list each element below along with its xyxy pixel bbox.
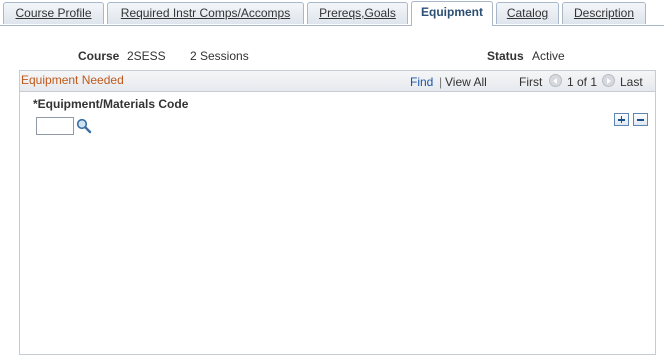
tab-catalog[interactable]: Catalog [496, 2, 559, 24]
next-arrow-icon[interactable] [602, 74, 615, 87]
tab-label: Course Profile [15, 6, 92, 20]
previous-arrow-icon[interactable] [549, 74, 562, 87]
last-link[interactable]: Last [620, 75, 643, 89]
equipment-grid: Equipment Needed Find | View All First 1… [19, 70, 656, 355]
first-link[interactable]: First [519, 75, 542, 89]
delete-row-button[interactable] [633, 113, 648, 126]
tab-required-instr-comps-accomps[interactable]: Required Instr Comps/Accomps [107, 2, 304, 24]
grid-header: Equipment Needed Find | View All First 1… [20, 71, 655, 92]
tab-equipment[interactable]: Equipment [411, 1, 493, 26]
tab-description[interactable]: Description [562, 2, 646, 24]
grid-title: Equipment Needed [21, 73, 124, 87]
tab-label: Equipment [421, 5, 483, 19]
tab-label: Prereqs,Goals [319, 6, 396, 20]
status-label: Status [487, 49, 524, 63]
find-link[interactable]: Find [410, 75, 433, 89]
tab-bar: Course Profile Required Instr Comps/Acco… [0, 0, 664, 26]
nav-separator: | [439, 75, 443, 89]
tab-label: Description [573, 6, 635, 20]
course-label: Course [78, 49, 120, 63]
course-code: 2SESS [127, 49, 166, 63]
magnifier-icon[interactable] [76, 118, 92, 134]
tab-bar-underline [0, 25, 664, 26]
equipment-code-label: *Equipment/Materials Code [33, 97, 189, 111]
add-row-button[interactable] [614, 113, 629, 126]
tab-prereqs-goals[interactable]: Prereqs,Goals [307, 2, 408, 24]
tab-label: Catalog [506, 6, 549, 20]
page-info: 1 of 1 [567, 75, 598, 89]
course-description: 2 Sessions [190, 49, 249, 63]
status-value: Active [532, 49, 565, 63]
tab-course-profile[interactable]: Course Profile [3, 2, 104, 24]
tab-label: Required Instr Comps/Accomps [120, 6, 291, 20]
equipment-code-input[interactable] [36, 117, 74, 135]
view-all-link[interactable]: View All [445, 75, 487, 89]
